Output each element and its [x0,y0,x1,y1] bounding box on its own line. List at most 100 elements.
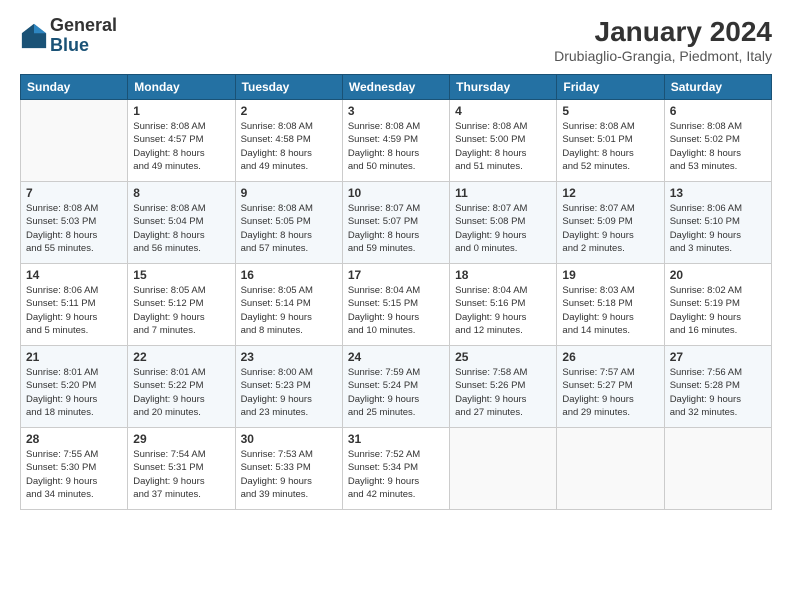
calendar-cell [557,428,664,510]
day-number: 5 [562,104,658,118]
day-info: Sunrise: 8:05 AM Sunset: 5:12 PM Dayligh… [133,284,229,337]
calendar-cell: 22 Sunrise: 8:01 AM Sunset: 5:22 PM Dayli… [128,346,235,428]
day-number: 13 [670,186,766,200]
day-number: 23 [241,350,337,364]
day-number: 26 [562,350,658,364]
calendar-cell: 3 Sunrise: 8:08 AM Sunset: 4:59 PM Daylig… [342,100,449,182]
day-number: 18 [455,268,551,282]
title-block: January 2024 Drubiaglio-Grangia, Piedmon… [554,16,772,64]
calendar-cell [21,100,128,182]
day-header-monday: Monday [128,75,235,100]
day-number: 10 [348,186,444,200]
day-info: Sunrise: 8:03 AM Sunset: 5:18 PM Dayligh… [562,284,658,337]
calendar-cell: 20 Sunrise: 8:02 AM Sunset: 5:19 PM Dayli… [664,264,771,346]
day-number: 9 [241,186,337,200]
day-number: 14 [26,268,122,282]
day-number: 27 [670,350,766,364]
day-number: 19 [562,268,658,282]
day-info: Sunrise: 8:07 AM Sunset: 5:09 PM Dayligh… [562,202,658,255]
day-number: 20 [670,268,766,282]
month-title: January 2024 [554,16,772,48]
day-number: 2 [241,104,337,118]
calendar-cell: 12 Sunrise: 8:07 AM Sunset: 5:09 PM Dayli… [557,182,664,264]
calendar-cell: 25Sunrise: 7:58 AM Sunset: 5:26 PM Dayli… [450,346,557,428]
calendar-cell: 27Sunrise: 7:56 AM Sunset: 5:28 PM Dayli… [664,346,771,428]
day-info: Sunrise: 7:58 AM Sunset: 5:26 PM Dayligh… [455,366,551,419]
day-info: Sunrise: 8:06 AM Sunset: 5:11 PM Dayligh… [26,284,122,337]
calendar-cell: 14 Sunrise: 8:06 AM Sunset: 5:11 PM Dayli… [21,264,128,346]
day-number: 16 [241,268,337,282]
day-header-wednesday: Wednesday [342,75,449,100]
day-number: 4 [455,104,551,118]
week-row: 28Sunrise: 7:55 AM Sunset: 5:30 PM Dayli… [21,428,772,510]
calendar-cell: 16 Sunrise: 8:05 AM Sunset: 5:14 PM Dayli… [235,264,342,346]
calendar-cell: 30Sunrise: 7:53 AM Sunset: 5:33 PM Dayli… [235,428,342,510]
day-number: 11 [455,186,551,200]
calendar-cell: 29 Sunrise: 7:54 AM Sunset: 5:31 PM Dayli… [128,428,235,510]
day-info: Sunrise: 8:08 AM Sunset: 5:01 PM Dayligh… [562,120,658,173]
day-number: 7 [26,186,122,200]
header-row: SundayMondayTuesdayWednesdayThursdayFrid… [21,75,772,100]
calendar-cell: 26 Sunrise: 7:57 AM Sunset: 5:27 PM Dayli… [557,346,664,428]
day-number: 17 [348,268,444,282]
day-info: Sunrise: 8:02 AM Sunset: 5:19 PM Dayligh… [670,284,766,337]
day-number: 8 [133,186,229,200]
day-number: 24 [348,350,444,364]
calendar-cell: 15Sunrise: 8:05 AM Sunset: 5:12 PM Dayli… [128,264,235,346]
logo: General Blue [20,16,117,56]
calendar-cell: 21Sunrise: 8:01 AM Sunset: 5:20 PM Dayli… [21,346,128,428]
day-number: 31 [348,432,444,446]
calendar-cell: 9 Sunrise: 8:08 AM Sunset: 5:05 PM Daylig… [235,182,342,264]
logo-text: General Blue [50,16,117,56]
calendar-table: SundayMondayTuesdayWednesdayThursdayFrid… [20,74,772,510]
calendar-cell: 1Sunrise: 8:08 AM Sunset: 4:57 PM Daylig… [128,100,235,182]
day-info: Sunrise: 7:59 AM Sunset: 5:24 PM Dayligh… [348,366,444,419]
day-info: Sunrise: 8:01 AM Sunset: 5:22 PM Dayligh… [133,366,229,419]
week-row: 14 Sunrise: 8:06 AM Sunset: 5:11 PM Dayli… [21,264,772,346]
header: General Blue January 2024 Drubiaglio-Gra… [20,16,772,64]
day-info: Sunrise: 8:07 AM Sunset: 5:08 PM Dayligh… [455,202,551,255]
day-info: Sunrise: 8:05 AM Sunset: 5:14 PM Dayligh… [241,284,337,337]
calendar-cell: 23 Sunrise: 8:00 AM Sunset: 5:23 PM Dayli… [235,346,342,428]
day-info: Sunrise: 8:08 AM Sunset: 5:03 PM Dayligh… [26,202,122,255]
calendar-cell: 13 Sunrise: 8:06 AM Sunset: 5:10 PM Dayli… [664,182,771,264]
day-info: Sunrise: 8:06 AM Sunset: 5:10 PM Dayligh… [670,202,766,255]
calendar-cell: 6 Sunrise: 8:08 AM Sunset: 5:02 PM Daylig… [664,100,771,182]
day-info: Sunrise: 8:08 AM Sunset: 5:04 PM Dayligh… [133,202,229,255]
week-row: 21Sunrise: 8:01 AM Sunset: 5:20 PM Dayli… [21,346,772,428]
location-title: Drubiaglio-Grangia, Piedmont, Italy [554,48,772,64]
day-number: 22 [133,350,229,364]
calendar-cell: 5 Sunrise: 8:08 AM Sunset: 5:01 PM Daylig… [557,100,664,182]
day-info: Sunrise: 8:01 AM Sunset: 5:20 PM Dayligh… [26,366,122,419]
day-number: 30 [241,432,337,446]
day-header-friday: Friday [557,75,664,100]
day-info: Sunrise: 7:54 AM Sunset: 5:31 PM Dayligh… [133,448,229,501]
day-info: Sunrise: 8:07 AM Sunset: 5:07 PM Dayligh… [348,202,444,255]
day-info: Sunrise: 8:00 AM Sunset: 5:23 PM Dayligh… [241,366,337,419]
calendar-cell: 17 Sunrise: 8:04 AM Sunset: 5:15 PM Dayli… [342,264,449,346]
logo-icon [20,22,48,50]
calendar-cell [664,428,771,510]
day-info: Sunrise: 8:08 AM Sunset: 4:58 PM Dayligh… [241,120,337,173]
day-info: Sunrise: 8:04 AM Sunset: 5:15 PM Dayligh… [348,284,444,337]
day-info: Sunrise: 8:08 AM Sunset: 5:05 PM Dayligh… [241,202,337,255]
day-info: Sunrise: 8:08 AM Sunset: 5:02 PM Dayligh… [670,120,766,173]
day-number: 29 [133,432,229,446]
day-info: Sunrise: 8:08 AM Sunset: 4:57 PM Dayligh… [133,120,229,173]
day-header-sunday: Sunday [21,75,128,100]
calendar-cell: 10 Sunrise: 8:07 AM Sunset: 5:07 PM Dayli… [342,182,449,264]
calendar-cell: 4Sunrise: 8:08 AM Sunset: 5:00 PM Daylig… [450,100,557,182]
calendar-cell: 7 Sunrise: 8:08 AM Sunset: 5:03 PM Daylig… [21,182,128,264]
page: General Blue January 2024 Drubiaglio-Gra… [0,0,792,612]
logo-general: General [50,15,117,35]
day-info: Sunrise: 8:08 AM Sunset: 4:59 PM Dayligh… [348,120,444,173]
day-info: Sunrise: 7:57 AM Sunset: 5:27 PM Dayligh… [562,366,658,419]
calendar-cell: 19 Sunrise: 8:03 AM Sunset: 5:18 PM Dayli… [557,264,664,346]
day-number: 3 [348,104,444,118]
day-number: 12 [562,186,658,200]
calendar-cell: 2 Sunrise: 8:08 AM Sunset: 4:58 PM Daylig… [235,100,342,182]
day-number: 6 [670,104,766,118]
day-info: Sunrise: 8:04 AM Sunset: 5:16 PM Dayligh… [455,284,551,337]
calendar-cell: 31Sunrise: 7:52 AM Sunset: 5:34 PM Dayli… [342,428,449,510]
calendar-cell: 18 Sunrise: 8:04 AM Sunset: 5:16 PM Dayli… [450,264,557,346]
